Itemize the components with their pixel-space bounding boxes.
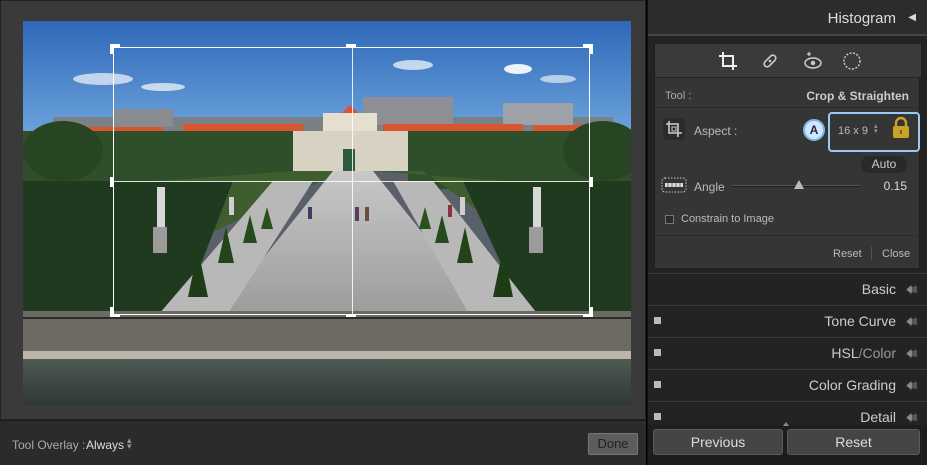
collapse-arrow-icon[interactable]: ◀ bbox=[908, 12, 916, 23]
tool-overlay-select[interactable]: Always bbox=[86, 438, 124, 452]
section-title: Color Grading bbox=[808, 377, 896, 393]
color-label[interactable]: Color bbox=[863, 345, 896, 361]
photo-canvas-area bbox=[0, 0, 646, 420]
panel-arrow-icon[interactable] bbox=[906, 413, 917, 422]
done-button[interactable]: Done bbox=[588, 433, 638, 455]
healing-icon[interactable] bbox=[760, 51, 780, 71]
tool-overlay-label: Tool Overlay : bbox=[12, 438, 86, 452]
crop-handle-right[interactable] bbox=[590, 177, 593, 187]
develop-panel: Histogram ◀ Tool : Crop & Straighten Asp… bbox=[647, 0, 927, 465]
section-toggle[interactable] bbox=[654, 349, 661, 356]
aspect-label: Aspect : bbox=[694, 124, 738, 138]
divider bbox=[655, 235, 921, 236]
toolbar: Tool Overlay : Always ▴ ▾ Done bbox=[0, 420, 646, 465]
crop-handle-bottom-right-v[interactable] bbox=[590, 307, 593, 317]
action-bar: Previous Reset bbox=[648, 422, 927, 465]
panel-arrow-icon[interactable] bbox=[906, 381, 917, 390]
crop-reset-button[interactable]: Reset bbox=[833, 248, 862, 260]
crop-handle-top[interactable] bbox=[346, 44, 356, 47]
lock-icon[interactable] bbox=[891, 116, 911, 140]
crop-close-button[interactable]: Close bbox=[882, 248, 910, 260]
hsl-label[interactable]: HSL bbox=[831, 345, 858, 361]
section-title: HSL/Color bbox=[831, 345, 896, 361]
scroll-up-arrow-icon[interactable] bbox=[783, 422, 789, 426]
section-tone-curve[interactable]: Tone Curve bbox=[648, 305, 927, 336]
tool-name: Crop & Straighten bbox=[806, 89, 909, 103]
tool-label: Tool : bbox=[665, 90, 692, 102]
aspect-ratio-select[interactable]: 16 x 9 bbox=[838, 125, 868, 137]
angle-label: Angle bbox=[694, 180, 725, 194]
previous-button[interactable]: Previous bbox=[653, 429, 783, 455]
crop-handle-bottom-left-v[interactable] bbox=[110, 307, 113, 317]
section-basic[interactable]: Basic bbox=[648, 273, 927, 304]
crop-handle-top-right-v[interactable] bbox=[590, 44, 593, 54]
section-color-grading[interactable]: Color Grading bbox=[648, 369, 927, 400]
crop-grid-line-horizontal bbox=[114, 181, 589, 182]
red-eye-icon[interactable] bbox=[803, 51, 823, 71]
aspect-arrows-icon[interactable]: ▴ ▾ bbox=[874, 123, 878, 135]
histogram-header[interactable]: Histogram ◀ bbox=[648, 0, 927, 36]
angle-slider-thumb[interactable] bbox=[793, 180, 804, 189]
section-toggle[interactable] bbox=[654, 413, 661, 420]
histogram-title: Histogram bbox=[827, 10, 896, 27]
crop-frame-icon[interactable] bbox=[663, 118, 685, 140]
select-arrows-icon[interactable]: ▴ ▾ bbox=[127, 436, 132, 451]
angle-value[interactable]: 0.15 bbox=[884, 179, 907, 193]
callout-badge: A bbox=[803, 119, 825, 141]
crop-handle-left[interactable] bbox=[110, 177, 113, 187]
auto-button[interactable]: Auto bbox=[861, 156, 907, 173]
section-title: Detail bbox=[860, 409, 896, 425]
section-toggle[interactable] bbox=[654, 317, 661, 324]
crop-frame[interactable] bbox=[113, 47, 590, 315]
straighten-tool-icon[interactable] bbox=[661, 175, 687, 195]
constrain-label[interactable]: Constrain to Image bbox=[681, 213, 774, 225]
panel-arrow-icon[interactable] bbox=[906, 285, 917, 294]
section-hsl-color[interactable]: HSL/Color bbox=[648, 337, 927, 368]
mask-icon[interactable] bbox=[842, 51, 862, 71]
crop-icon[interactable] bbox=[718, 51, 738, 71]
divider bbox=[871, 247, 872, 260]
crop-tool-panel: Tool : Crop & Straighten Aspect : A 16 x… bbox=[654, 43, 921, 269]
section-toggle[interactable] bbox=[654, 381, 661, 388]
divider bbox=[655, 107, 921, 108]
reset-button[interactable]: Reset bbox=[787, 429, 920, 455]
panel-arrow-icon[interactable] bbox=[906, 317, 917, 326]
panel-arrow-icon[interactable] bbox=[906, 349, 917, 358]
constrain-checkbox[interactable] bbox=[665, 215, 674, 224]
crop-handle-bottom[interactable] bbox=[346, 314, 356, 317]
tool-strip bbox=[655, 44, 921, 78]
section-title: Tone Curve bbox=[824, 313, 896, 329]
crop-handle-top-left-v[interactable] bbox=[110, 44, 113, 54]
section-title: Basic bbox=[861, 281, 896, 297]
